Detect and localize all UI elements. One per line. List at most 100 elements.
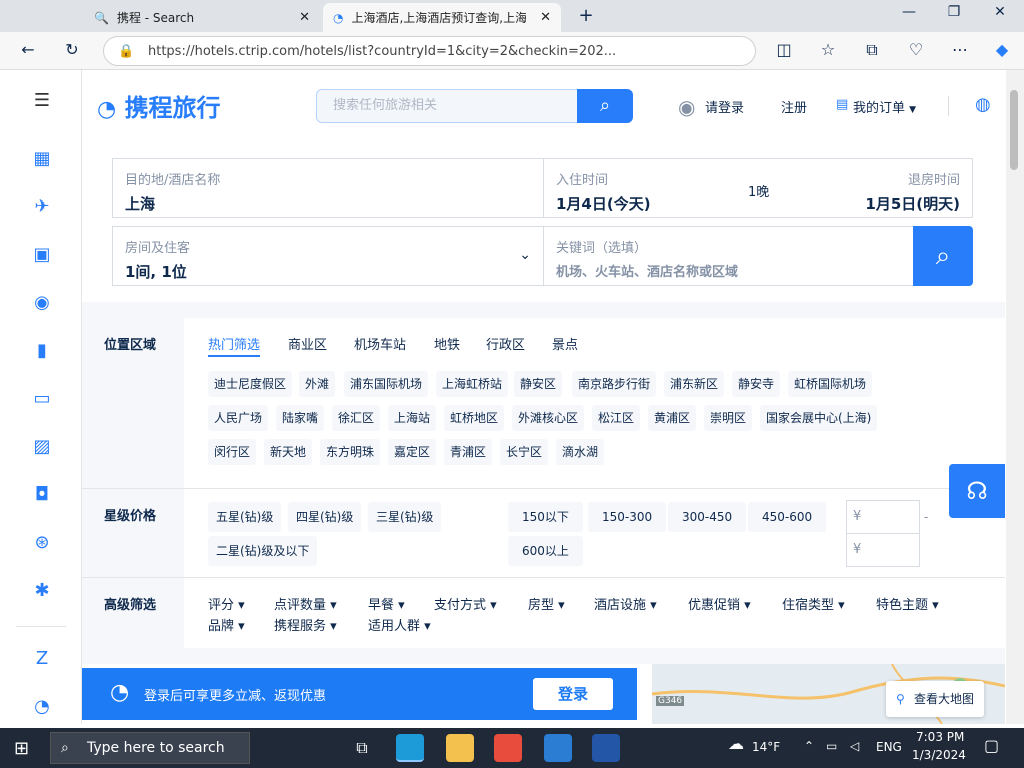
refresh-icon[interactable]: ↻ bbox=[60, 40, 84, 59]
customer-service-icon[interactable]: ◍ bbox=[975, 94, 991, 115]
location-chip[interactable]: 外滩 bbox=[299, 371, 336, 397]
rooms-guests-field[interactable]: 房间及住客 1间, 1位 ⌄ bbox=[112, 226, 544, 286]
hotel-search-button[interactable]: ⌕ bbox=[913, 226, 973, 286]
powershell-icon[interactable] bbox=[592, 734, 620, 762]
star-chip[interactable]: 三星(钻)级 bbox=[368, 502, 442, 532]
minimize-button[interactable]: — bbox=[889, 4, 929, 20]
destination-field[interactable]: 目的地/酒店名称 上海 bbox=[112, 158, 544, 218]
location-chip[interactable]: 嘉定区 bbox=[388, 439, 437, 465]
edge-icon[interactable] bbox=[396, 734, 424, 762]
filter-review-count[interactable]: 点评数量 ▾ bbox=[274, 594, 337, 613]
site-search-button[interactable]: ⌕ bbox=[577, 89, 633, 123]
close-window-button[interactable]: ✕ bbox=[980, 4, 1020, 20]
banner-login-button[interactable]: 登录 bbox=[533, 678, 613, 710]
filter-promotions[interactable]: 优惠促销 ▾ bbox=[688, 594, 751, 613]
extensions-icon[interactable]: ♡ bbox=[904, 40, 928, 59]
my-orders-link[interactable]: 我的订单 ▼ bbox=[853, 97, 916, 116]
price-chip[interactable]: 300-450 bbox=[668, 502, 747, 532]
new-tab-button[interactable]: + bbox=[566, 5, 606, 26]
filter-ctrip-service[interactable]: 携程服务 ▾ bbox=[274, 615, 337, 634]
view-large-map-button[interactable]: ⚲ 查看大地图 bbox=[886, 681, 984, 717]
star-chip[interactable]: 二星(钻)级及以下 bbox=[208, 536, 318, 566]
support-button[interactable]: ☊ bbox=[949, 464, 1005, 518]
location-chip[interactable]: 迪士尼度假区 bbox=[208, 371, 293, 397]
volume-icon[interactable]: ◁ bbox=[850, 739, 859, 753]
location-chip[interactable]: 静安寺 bbox=[732, 371, 781, 397]
keyword-field[interactable]: 关键词（选填） 机场、火车站、酒店名称或区域 bbox=[543, 226, 914, 286]
login-link[interactable]: 请登录 bbox=[705, 97, 744, 116]
price-chip[interactable]: 450-600 bbox=[748, 502, 827, 532]
more-icon[interactable]: ⋯ bbox=[948, 40, 972, 59]
location-chip[interactable]: 东方明珠 bbox=[320, 439, 381, 465]
tab-airport-station[interactable]: 机场车站 bbox=[354, 334, 406, 353]
location-chip[interactable]: 松江区 bbox=[592, 405, 641, 431]
price-chip[interactable]: 600以上 bbox=[508, 536, 583, 566]
avatar-icon[interactable]: ◉ bbox=[678, 95, 695, 119]
network-icon[interactable]: ▭ bbox=[826, 739, 837, 753]
register-link[interactable]: 注册 bbox=[781, 97, 807, 116]
location-chip[interactable]: 外滩核心区 bbox=[512, 405, 585, 431]
url-field[interactable]: 🔒 https://hotels.ctrip.com/hotels/list?c… bbox=[103, 36, 756, 66]
price-chip[interactable]: 150以下 bbox=[508, 502, 583, 532]
filter-facilities[interactable]: 酒店设施 ▾ bbox=[594, 594, 657, 613]
car-icon[interactable]: ◘ bbox=[31, 484, 53, 506]
collections-icon[interactable]: ⧉ bbox=[860, 40, 884, 60]
location-chip[interactable]: 新天地 bbox=[264, 439, 313, 465]
z-icon[interactable]: Z bbox=[31, 648, 53, 670]
ticket-icon[interactable]: ◉ bbox=[31, 292, 53, 314]
copilot-icon[interactable]: ◆ bbox=[990, 40, 1014, 59]
location-chip[interactable]: 青浦区 bbox=[444, 439, 493, 465]
filter-theme[interactable]: 特色主题 ▾ bbox=[876, 594, 939, 613]
location-chip[interactable]: 长宁区 bbox=[500, 439, 549, 465]
back-icon[interactable]: ← bbox=[16, 40, 40, 59]
tab-hot-filter[interactable]: 热门筛选 bbox=[208, 334, 261, 357]
restore-button[interactable]: ❐ bbox=[934, 4, 974, 20]
location-chip[interactable]: 上海虹桥站 bbox=[436, 371, 509, 397]
train-icon[interactable]: ▣ bbox=[31, 244, 53, 266]
tab-business-district[interactable]: 商业区 bbox=[288, 334, 327, 353]
page-scrollbar[interactable] bbox=[1006, 70, 1024, 724]
location-chip[interactable]: 国家会展中心(上海) bbox=[760, 405, 878, 431]
star-chip[interactable]: 四星(钻)级 bbox=[288, 502, 362, 532]
location-chip[interactable]: 陆家嘴 bbox=[276, 405, 325, 431]
mail-icon[interactable] bbox=[544, 734, 572, 762]
location-chip[interactable]: 浦东新区 bbox=[664, 371, 725, 397]
file-explorer-icon[interactable] bbox=[446, 734, 474, 762]
favorites-icon[interactable]: ☆ bbox=[816, 40, 840, 59]
map-preview[interactable]: G346 ⚲ 查看大地图 bbox=[652, 664, 1005, 724]
clock-time[interactable]: 7:03 PM bbox=[916, 730, 964, 744]
language-indicator[interactable]: ENG bbox=[876, 740, 902, 754]
scrollbar-thumb[interactable] bbox=[1010, 90, 1018, 170]
filter-audience[interactable]: 适用人群 ▾ bbox=[368, 615, 431, 634]
price-chip[interactable]: 150-300 bbox=[588, 502, 667, 532]
tab-ctrip[interactable]: ◔ 上海酒店,上海酒店预订查询,上海 ✕ bbox=[323, 3, 561, 32]
location-chip[interactable]: 徐汇区 bbox=[332, 405, 381, 431]
location-chip[interactable]: 黄浦区 bbox=[648, 405, 697, 431]
tab-district[interactable]: 行政区 bbox=[486, 334, 525, 353]
location-chip[interactable]: 南京路步行街 bbox=[572, 371, 657, 397]
min-price-input[interactable]: ¥ bbox=[846, 500, 920, 534]
location-chip[interactable]: 虹桥地区 bbox=[444, 405, 505, 431]
filter-room-type[interactable]: 房型 ▾ bbox=[528, 594, 565, 613]
photo-icon[interactable]: ▨ bbox=[31, 436, 53, 458]
site-search-input[interactable]: 搜索任何旅游相关 bbox=[316, 89, 578, 123]
flight-icon[interactable]: ✈ bbox=[31, 196, 53, 218]
split-screen-icon[interactable]: ◫ bbox=[772, 40, 796, 59]
bus-icon[interactable]: ▭ bbox=[31, 388, 53, 410]
taskbar-search[interactable]: ⌕ Type here to search bbox=[50, 732, 250, 764]
notification-icon[interactable]: ▢ bbox=[984, 736, 999, 755]
filter-rating[interactable]: 评分 ▾ bbox=[208, 594, 245, 613]
filter-brand[interactable]: 品牌 ▾ bbox=[208, 615, 245, 634]
weather-temp[interactable]: 14°F bbox=[752, 740, 780, 754]
max-price-input[interactable]: ¥ bbox=[846, 533, 920, 567]
gift-icon[interactable]: ✱ bbox=[31, 580, 53, 602]
location-chip[interactable]: 闵行区 bbox=[208, 439, 257, 465]
location-chip[interactable]: 崇明区 bbox=[704, 405, 753, 431]
location-chip[interactable]: 人民广场 bbox=[208, 405, 269, 431]
dolphin-icon[interactable]: ◔ bbox=[31, 696, 53, 718]
store-icon[interactable] bbox=[494, 734, 522, 762]
clock-date[interactable]: 1/3/2024 bbox=[912, 748, 966, 762]
filter-payment[interactable]: 支付方式 ▾ bbox=[434, 594, 497, 613]
tab-metro[interactable]: 地铁 bbox=[434, 334, 460, 353]
tab-search[interactable]: 🔍 携程 - Search ✕ bbox=[84, 3, 320, 32]
